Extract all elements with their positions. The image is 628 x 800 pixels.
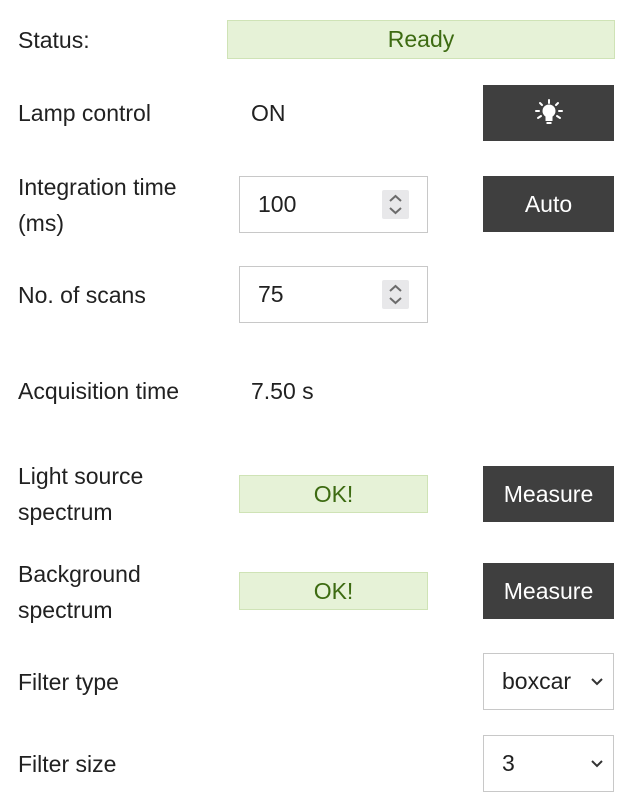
filter-size-select[interactable]: 3 (483, 735, 614, 792)
acquisition-time-value: 7.50 s (251, 378, 314, 404)
lightbulb-icon (534, 99, 563, 124)
status-label: Status: (18, 27, 90, 53)
integration-time-label: Integration time (ms) (18, 169, 177, 241)
light-source-label: Light source spectrum (18, 458, 143, 530)
integration-time-label-line1: Integration time (18, 174, 177, 200)
filter-size-selected: 3 (502, 750, 515, 776)
scans-stepper[interactable]: 75 (239, 266, 428, 323)
light-source-status-badge: OK! (239, 475, 428, 513)
measure-background-button[interactable]: Measure (483, 563, 614, 619)
filter-type-select[interactable]: boxcar (483, 653, 614, 710)
acquisition-time-label: Acquisition time (18, 378, 180, 404)
scans-label: No. of scans (18, 282, 146, 308)
light-source-label-line2: spectrum (18, 499, 113, 525)
filter-size-label: Filter size (18, 751, 117, 777)
scans-value: 75 (258, 281, 284, 307)
lamp-toggle-button[interactable] (483, 85, 614, 141)
background-label-line1: Background (18, 561, 141, 587)
integration-time-stepper[interactable]: 100 (239, 176, 428, 233)
chevron-down-icon (591, 760, 603, 768)
light-source-label-line1: Light source (18, 463, 144, 489)
status-badge: Ready (227, 20, 615, 59)
auto-button[interactable]: Auto (483, 176, 614, 232)
lamp-state-value: ON (251, 100, 286, 126)
background-label-line2: spectrum (18, 597, 113, 623)
integration-time-label-line2: (ms) (18, 210, 64, 236)
filter-type-selected: boxcar (502, 668, 572, 694)
chevron-down-icon (591, 678, 603, 686)
filter-type-label: Filter type (18, 669, 119, 695)
measure-light-source-button[interactable]: Measure (483, 466, 614, 522)
background-status-badge: OK! (239, 572, 428, 610)
lamp-control-label: Lamp control (18, 100, 151, 126)
background-label: Background spectrum (18, 556, 141, 628)
integration-time-value: 100 (258, 191, 297, 217)
stepper-arrows-icon[interactable] (382, 280, 409, 309)
stepper-arrows-icon[interactable] (382, 190, 409, 219)
